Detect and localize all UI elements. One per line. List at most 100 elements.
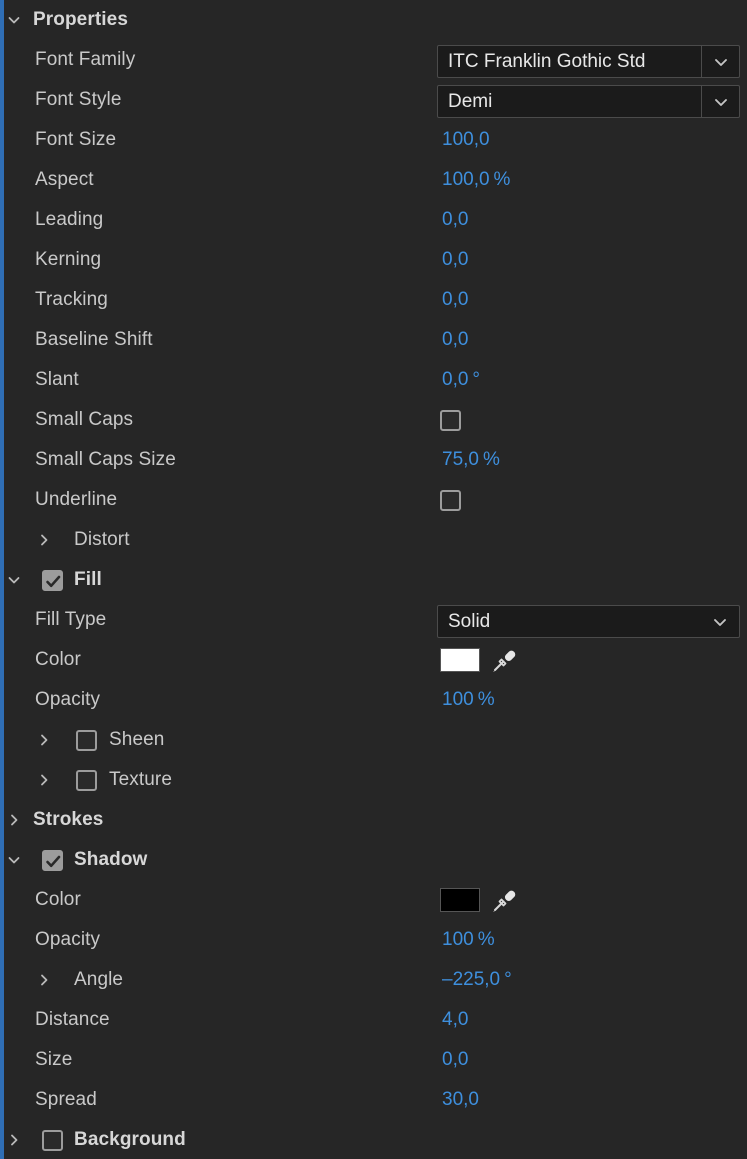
property-label: Distance xyxy=(35,1009,110,1030)
chevron-right-icon[interactable] xyxy=(35,771,53,789)
property-label: Fill Type xyxy=(35,609,107,630)
property-value-unit: % xyxy=(477,689,495,710)
property-value-number: 100 xyxy=(442,689,474,710)
dropdown-fill-type[interactable]: Solid xyxy=(437,605,740,638)
property-value-number: 75,0 xyxy=(442,449,479,470)
dropdown-font-family[interactable]: ITC Franklin Gothic Std xyxy=(437,45,740,78)
chevron-down-icon[interactable] xyxy=(701,606,739,637)
property-value[interactable]: 30,0 xyxy=(442,1089,479,1111)
property-label: Sheen xyxy=(109,729,165,750)
property-value[interactable]: 75,0% xyxy=(442,449,500,471)
property-value[interactable]: 100% xyxy=(442,689,495,711)
property-row: Baseline Shift 0,0 xyxy=(0,320,747,360)
chevron-right-icon[interactable] xyxy=(5,811,23,829)
property-row: Distance 4,0 xyxy=(0,1000,747,1040)
property-row: Font Style Demi xyxy=(0,80,747,120)
property-label: Aspect xyxy=(35,169,94,190)
property-row: Small Caps xyxy=(0,400,747,440)
property-value-number: –225,0 xyxy=(442,969,501,990)
checkbox-small-caps[interactable] xyxy=(440,409,461,431)
property-value[interactable]: 0,0 xyxy=(442,329,468,351)
property-label: Slant xyxy=(35,369,79,390)
property-row: Fill xyxy=(0,560,747,600)
dropdown-selected-value: Solid xyxy=(448,610,491,632)
property-value-unit: ° xyxy=(504,969,512,990)
property-row: Tracking 0,0 xyxy=(0,280,747,320)
property-value[interactable]: 0,0 ° xyxy=(442,369,480,391)
chevron-down-icon[interactable] xyxy=(5,851,23,869)
chevron-down-icon[interactable] xyxy=(5,571,23,589)
chevron-down-icon[interactable] xyxy=(701,46,739,77)
color-swatch[interactable] xyxy=(440,888,480,912)
property-row: Distort xyxy=(0,520,747,560)
property-row: Spread 30,0 xyxy=(0,1080,747,1120)
chevron-right-icon[interactable] xyxy=(35,971,53,989)
property-value-number: 0,0 xyxy=(442,249,469,270)
property-value-number: 100 xyxy=(442,929,474,950)
property-value-number: 0,0 xyxy=(442,289,469,310)
text-properties-panel: Properties Font Family ITC Franklin Gothic… xyxy=(0,0,747,1159)
property-row: Sheen xyxy=(0,720,747,760)
dropdown-font-style[interactable]: Demi xyxy=(437,85,740,118)
checkbox-shadow[interactable] xyxy=(42,849,63,871)
property-label: Small Caps Size xyxy=(35,449,176,470)
checkbox-fill[interactable] xyxy=(42,569,63,591)
checkbox-underline[interactable] xyxy=(440,489,461,511)
dropdown-selected-value: Demi xyxy=(448,90,493,112)
property-value[interactable]: 100,0% xyxy=(442,169,510,191)
property-label: Color xyxy=(35,649,81,670)
property-row: Opacity 100% xyxy=(0,920,747,960)
property-value[interactable]: 0,0 xyxy=(442,209,468,231)
chevron-right-icon[interactable] xyxy=(35,531,53,549)
property-row: Texture xyxy=(0,760,747,800)
property-label: Size xyxy=(35,1049,73,1070)
property-row: Leading 0,0 xyxy=(0,200,747,240)
property-value[interactable]: 100,0 xyxy=(442,129,490,151)
property-value-unit: % xyxy=(482,449,500,470)
property-row: Underline xyxy=(0,480,747,520)
property-value[interactable]: 0,0 xyxy=(442,249,468,271)
property-value-number: 30,0 xyxy=(442,1089,479,1110)
property-value[interactable]: 0,0 xyxy=(442,289,468,311)
property-row: Opacity 100% xyxy=(0,680,747,720)
property-row: Strokes xyxy=(0,800,747,840)
property-row: Color xyxy=(0,640,747,680)
checkbox-sheen[interactable] xyxy=(76,729,97,751)
property-row: Color xyxy=(0,880,747,920)
property-value-unit: ° xyxy=(472,369,481,390)
property-value-number: 0,0 xyxy=(442,1049,469,1070)
chevron-right-icon[interactable] xyxy=(35,731,53,749)
property-label: Texture xyxy=(109,769,173,790)
property-label: Baseline Shift xyxy=(35,329,153,350)
property-label: Shadow xyxy=(74,849,148,870)
property-label: Opacity xyxy=(35,929,101,950)
property-value[interactable]: 100% xyxy=(442,929,495,951)
dropdown-selected-value: ITC Franklin Gothic Std xyxy=(448,50,646,72)
property-value-unit: % xyxy=(493,169,511,190)
property-label: Small Caps xyxy=(35,409,134,430)
chevron-down-icon[interactable] xyxy=(5,11,23,29)
property-row: Size 0,0 xyxy=(0,1040,747,1080)
property-value[interactable]: 0,0 xyxy=(442,1049,468,1071)
checkbox-texture[interactable] xyxy=(76,769,97,791)
color-swatch[interactable] xyxy=(440,648,480,672)
property-value-number: 100,0 xyxy=(442,129,490,150)
property-label: Font Style xyxy=(35,89,122,110)
property-value[interactable]: 4,0 xyxy=(442,1009,468,1031)
property-value[interactable]: –225,0 ° xyxy=(442,969,512,991)
eyedropper-icon[interactable] xyxy=(490,885,520,915)
checkbox-background[interactable] xyxy=(42,1129,63,1151)
eyedropper-icon[interactable] xyxy=(490,645,520,675)
property-label: Tracking xyxy=(35,289,108,310)
property-row: Font Family ITC Franklin Gothic Std xyxy=(0,40,747,80)
property-value-number: 0,0 xyxy=(442,209,469,230)
property-value-number: 100,0 xyxy=(442,169,490,190)
chevron-right-icon[interactable] xyxy=(5,1131,23,1149)
property-row: Aspect 100,0% xyxy=(0,160,747,200)
property-label: Font Size xyxy=(35,129,117,150)
property-label: Kerning xyxy=(35,249,102,270)
chevron-down-icon[interactable] xyxy=(701,86,739,117)
property-value-number: 4,0 xyxy=(442,1009,469,1030)
property-row: Slant 0,0 ° xyxy=(0,360,747,400)
property-label: Distort xyxy=(74,529,130,550)
